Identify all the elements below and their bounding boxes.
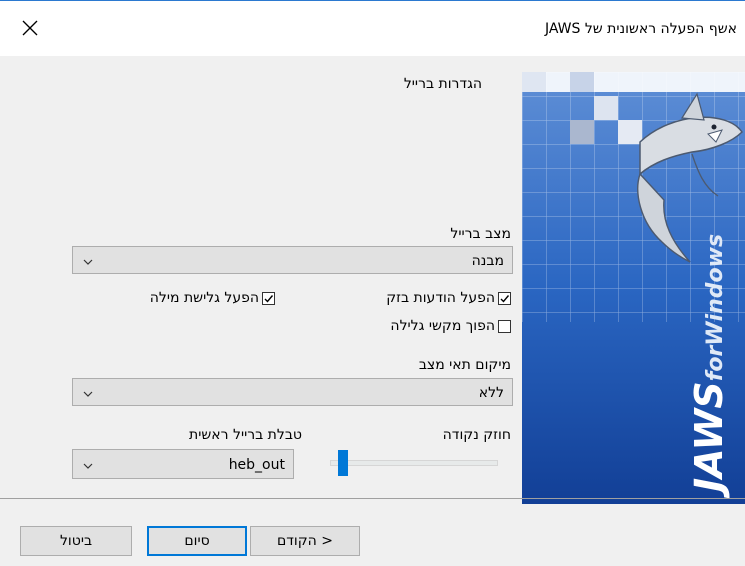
dot-strength-label: חוזק נקודה xyxy=(442,427,511,443)
wizard-client: JAWSforWindows הגדרות ברייל מצב ברייל מב… xyxy=(0,56,745,566)
checkbox-box[interactable] xyxy=(498,319,511,333)
flash-messages-label: הפעל הודעות בזק xyxy=(386,290,495,306)
logo-suffix: forWindows xyxy=(703,234,728,381)
main-table-label: טבלת ברייל ראשית xyxy=(189,427,302,443)
finish-button[interactable]: סיום xyxy=(147,526,247,556)
checkbox-box[interactable] xyxy=(498,291,511,305)
reverse-panning-checkbox[interactable]: הפוך מקשי גלילה xyxy=(390,318,511,334)
close-icon[interactable] xyxy=(20,18,40,38)
chevron-down-icon xyxy=(83,259,93,265)
braille-mode-value: מבנה xyxy=(471,253,504,269)
title-bar: אשף הפעלה ראשונית של JAWS xyxy=(0,0,745,57)
braille-mode-select[interactable]: מבנה xyxy=(72,246,513,274)
checkmark-icon xyxy=(264,294,274,303)
chevron-down-icon xyxy=(83,391,93,397)
reverse-panning-label: הפוך מקשי גלילה xyxy=(390,318,495,334)
slider-track xyxy=(330,460,498,466)
braille-mode-label: מצב ברייל xyxy=(450,226,511,242)
page-heading: הגדרות ברייל xyxy=(403,76,482,92)
status-cells-value: ללא xyxy=(478,385,504,401)
status-cells-label: מיקום תאי מצב xyxy=(418,357,511,373)
cancel-button[interactable]: ביטול xyxy=(20,526,132,556)
footer-separator xyxy=(0,498,745,499)
status-cells-select[interactable]: ללא xyxy=(72,378,513,406)
jaws-banner: JAWSforWindows xyxy=(522,72,745,504)
logo-main: JAWS xyxy=(687,381,731,499)
word-wrap-label: הפעל גלישת מילה xyxy=(149,290,259,306)
checkbox-box[interactable] xyxy=(262,291,275,305)
main-table-value: heb_out xyxy=(228,457,285,473)
back-button[interactable]: < הקודם xyxy=(250,526,360,556)
window-title: אשף הפעלה ראשונית של JAWS xyxy=(544,21,737,37)
checkmark-icon xyxy=(500,294,510,303)
word-wrap-checkbox[interactable]: הפעל גלישת מילה xyxy=(150,290,275,306)
chevron-down-icon xyxy=(83,463,93,469)
slider-thumb[interactable] xyxy=(337,450,348,476)
flash-messages-checkbox[interactable]: הפעל הודעות בזק xyxy=(386,290,511,306)
main-table-select[interactable]: heb_out xyxy=(72,449,294,479)
dot-strength-slider[interactable] xyxy=(326,448,500,480)
